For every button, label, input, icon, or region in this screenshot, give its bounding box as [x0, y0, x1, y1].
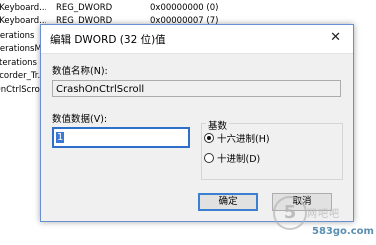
dialog-titlebar[interactable]: 编辑 DWORD (32 位)值 ✕ [41, 25, 353, 54]
radio-selected-icon [204, 133, 214, 143]
ok-button[interactable]: 确定 [198, 193, 258, 211]
dialog-title: 编辑 DWORD (32 位)值 [50, 34, 166, 46]
value-name-label: 数值名称(N): [52, 66, 108, 77]
close-icon[interactable]: ✕ [330, 30, 341, 45]
edit-dword-dialog: 编辑 DWORD (32 位)值 ✕ 数值名称(N): CrashOnCtrlS… [40, 24, 354, 222]
radio-unselected-icon [204, 153, 214, 163]
radio-label: 十六进制(H) [217, 134, 270, 145]
value-data-text: 1 [56, 132, 65, 143]
value-data-label: 数值数据(V): [52, 114, 108, 125]
value-name: eKeyboard... [0, 3, 46, 13]
watermark-url: 583go.com [312, 226, 374, 237]
radio-label: 十进制(D) [217, 154, 261, 165]
watermark-text: 网吧吧 [307, 209, 340, 220]
value-data: 0x00000000 (0) [150, 3, 219, 13]
base-group-title: 基数 [206, 118, 230, 132]
radio-hexadecimal[interactable]: 十六进制(H) [204, 133, 270, 145]
value-data-input[interactable]: 1 [52, 127, 190, 148]
watermark-logo: 5 [273, 196, 307, 230]
radio-decimal[interactable]: 十进制(D) [204, 153, 260, 165]
value-type: REG_DWORD [56, 3, 113, 13]
value-name-field[interactable]: CrashOnCtrlScroll [52, 80, 341, 97]
